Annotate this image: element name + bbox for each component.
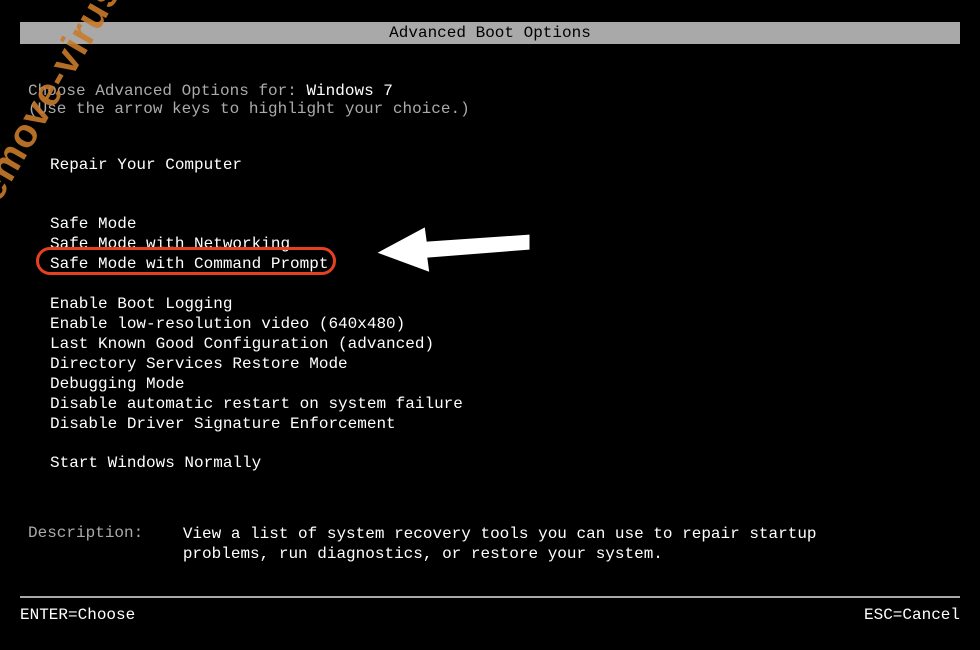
option-safe-mode-networking[interactable]: Safe Mode with Networking bbox=[50, 234, 328, 254]
option-enable-boot-logging[interactable]: Enable Boot Logging bbox=[50, 294, 463, 314]
title-text: Advanced Boot Options bbox=[389, 24, 591, 42]
option-repair-computer[interactable]: Repair Your Computer bbox=[50, 156, 242, 174]
choose-prefix: Choose Advanced Options for: bbox=[28, 82, 306, 100]
option-safe-mode-command-prompt[interactable]: Safe Mode with Command Prompt bbox=[50, 254, 328, 274]
footer-esc-hint: ESC=Cancel bbox=[864, 606, 960, 624]
annotation-arrow-icon bbox=[366, 215, 536, 285]
choose-line: Choose Advanced Options for: Windows 7 bbox=[28, 82, 393, 100]
footer-enter-hint: ENTER=Choose bbox=[20, 606, 135, 624]
option-safe-mode[interactable]: Safe Mode bbox=[50, 214, 328, 234]
description-label: Description: bbox=[28, 524, 143, 542]
option-last-known-good-config[interactable]: Last Known Good Configuration (advanced) bbox=[50, 334, 463, 354]
option-disable-auto-restart[interactable]: Disable automatic restart on system fail… bbox=[50, 394, 463, 414]
description-text: View a list of system recovery tools you… bbox=[183, 524, 903, 564]
option-debugging-mode[interactable]: Debugging Mode bbox=[50, 374, 463, 394]
option-directory-services-restore[interactable]: Directory Services Restore Mode bbox=[50, 354, 463, 374]
hint-line: (Use the arrow keys to highlight your ch… bbox=[28, 100, 470, 118]
option-disable-driver-sig[interactable]: Disable Driver Signature Enforcement bbox=[50, 414, 463, 434]
footer-divider bbox=[20, 596, 960, 598]
option-start-windows-normally[interactable]: Start Windows Normally bbox=[50, 454, 261, 472]
title-bar: Advanced Boot Options bbox=[20, 22, 960, 44]
option-enable-low-res-video[interactable]: Enable low-resolution video (640x480) bbox=[50, 314, 463, 334]
os-name: Windows 7 bbox=[306, 82, 392, 100]
